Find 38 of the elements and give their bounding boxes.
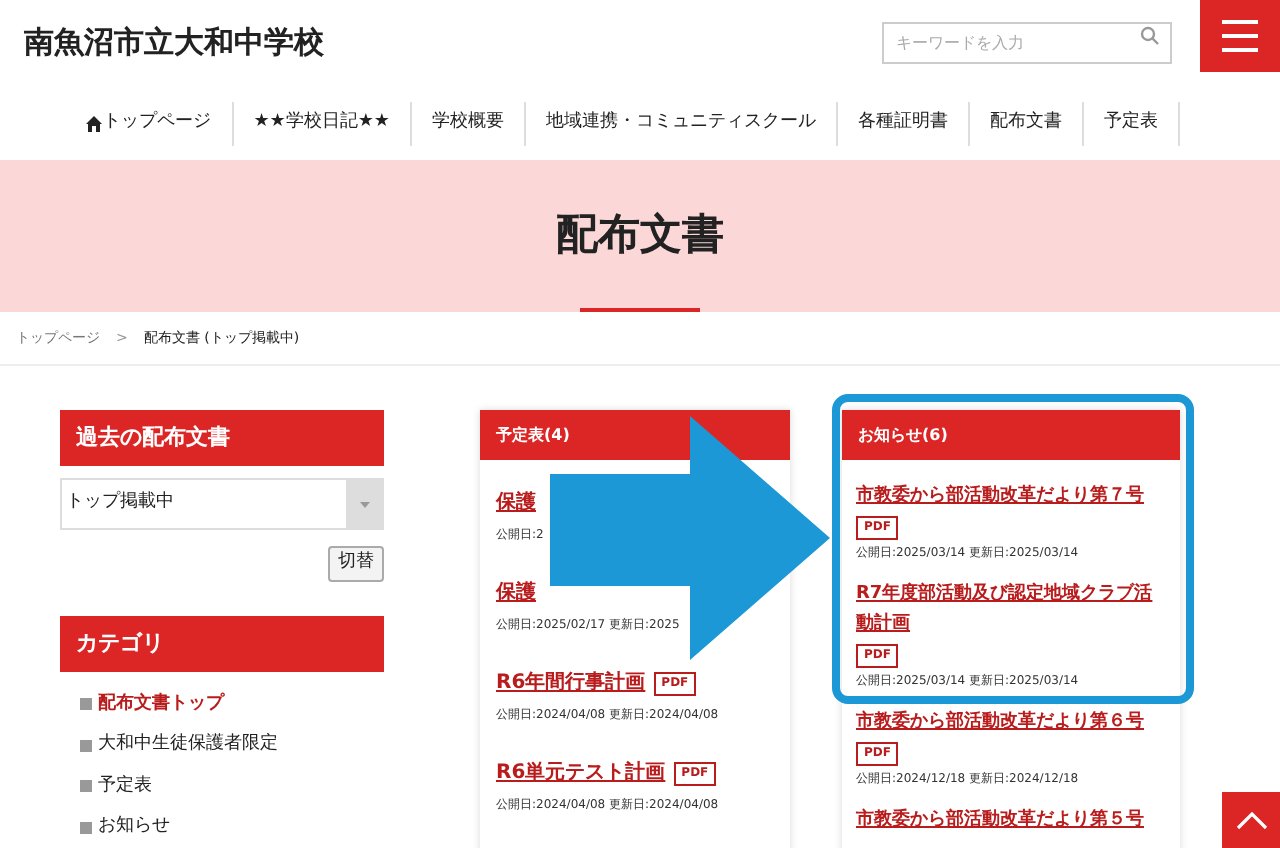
document-link[interactable]: R7年度部活動及び認定地域クラブ活動計画 (856, 580, 1166, 640)
search-field[interactable]: キーワードを入力 (882, 22, 1172, 64)
card-heading: 予定表(4) (480, 410, 790, 460)
home-icon (85, 116, 102, 132)
document-link[interactable]: R6単元テスト計画 (496, 758, 666, 788)
menu-button[interactable] (1200, 0, 1280, 72)
nav-link[interactable]: 配布文書 (970, 102, 1084, 146)
category-link[interactable]: 大和中生徒保護者限定 (98, 732, 278, 759)
bullet-icon (80, 821, 92, 834)
page-title: 配布文書 (556, 208, 724, 263)
category-link[interactable]: 配布文書トップ (98, 691, 224, 718)
category-link[interactable]: 予定表 (98, 773, 152, 800)
section-heading: 過去の配布文書 (60, 410, 384, 466)
caret-icon (359, 501, 369, 507)
select-field[interactable]: トップ掲載中 (60, 478, 384, 530)
bullet-icon (80, 698, 92, 711)
nav-link[interactable]: 地域連携・コミュニティスクール (526, 102, 838, 146)
document-link[interactable]: 市教委から部活動改革だより第５号 (856, 806, 1166, 836)
nav-link[interactable]: トップページ (65, 102, 234, 146)
search-icon[interactable] (1140, 26, 1160, 46)
bullet-icon (80, 780, 92, 793)
scroll-top-button[interactable] (1222, 792, 1280, 848)
document-link[interactable]: R6年間行事計画 (496, 668, 646, 698)
nav-link[interactable]: 各種証明書 (838, 102, 970, 146)
bullet-icon (80, 739, 92, 752)
document-link[interactable]: 保護 (496, 488, 536, 518)
document-link[interactable]: 市教委から部活動改革だより第６号 (856, 708, 1166, 738)
nav-link[interactable]: ★★学校日記★★ (233, 102, 412, 146)
document-link[interactable]: 保護 (496, 578, 536, 608)
site-title[interactable]: 南魚沼市立大和中学校 (24, 20, 324, 65)
switch-button[interactable]: 切替 (328, 546, 384, 582)
chevron-up-icon (1235, 811, 1267, 829)
section-heading: カテゴリ (60, 616, 384, 672)
card-heading: お知らせ(6) (842, 410, 1180, 460)
nav-link[interactable]: 学校概要 (412, 102, 526, 146)
document-link[interactable]: 市教委から部活動改革だより第７号 (856, 482, 1166, 512)
nav-link[interactable]: 予定表 (1084, 102, 1180, 146)
category-link[interactable]: お知らせ (98, 814, 170, 841)
